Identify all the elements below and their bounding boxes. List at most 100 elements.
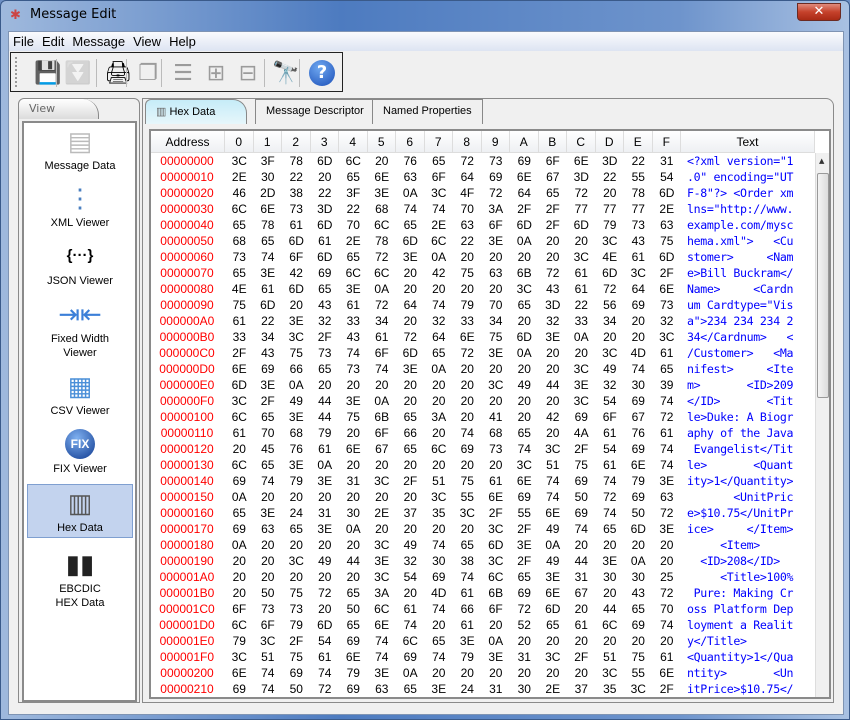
byte-cell[interactable]: 65	[425, 345, 454, 361]
byte-cell[interactable]: 69	[339, 633, 368, 649]
byte-cell[interactable]: 6E	[339, 441, 368, 457]
sidebar-item-hex-data[interactable]: ▥ Hex Data	[27, 484, 133, 538]
byte-cell[interactable]: 2F	[539, 217, 568, 233]
byte-cell[interactable]: 2F	[311, 329, 340, 345]
byte-cell[interactable]: 30	[624, 377, 653, 393]
byte-cell[interactable]: 6E	[510, 473, 539, 489]
byte-cell[interactable]: 6F	[425, 169, 454, 185]
text-cell[interactable]: <ID>208</ID>	[687, 553, 793, 569]
byte-cell[interactable]: 20	[624, 633, 653, 649]
byte-cell[interactable]: 6C	[596, 617, 625, 633]
byte-cell[interactable]: 20	[311, 537, 340, 553]
byte-cell[interactable]: 3E	[282, 409, 311, 425]
byte-cell[interactable]: 61	[653, 649, 682, 665]
byte-cell[interactable]: 72	[368, 249, 397, 265]
byte-cell[interactable]: 38	[453, 553, 482, 569]
byte-cell[interactable]: 77	[624, 201, 653, 217]
column-header-address[interactable]: Address	[151, 131, 225, 153]
byte-cell[interactable]: 43	[311, 297, 340, 313]
byte-cell[interactable]: 33	[567, 313, 596, 329]
byte-cell[interactable]: 20	[653, 553, 682, 569]
byte-cell[interactable]: 0A	[539, 537, 568, 553]
byte-cell[interactable]: 20	[425, 393, 454, 409]
byte-cell[interactable]: 6F	[368, 345, 397, 361]
byte-cell[interactable]: 69	[624, 393, 653, 409]
text-cell[interactable]: /Customer> <Ma	[687, 345, 793, 361]
byte-cell[interactable]: 45	[254, 441, 283, 457]
byte-cell[interactable]: 49	[539, 553, 568, 569]
byte-cell[interactable]: 20	[510, 393, 539, 409]
byte-cell[interactable]: 69	[225, 473, 254, 489]
text-cell[interactable]: Evangelist</Tit	[687, 441, 794, 457]
byte-cell[interactable]: 20	[368, 457, 397, 473]
byte-cell[interactable]: 20	[425, 521, 454, 537]
text-cell[interactable]: ice> </Item>	[687, 521, 793, 537]
address-cell[interactable]: 00000090	[151, 297, 223, 313]
byte-cell[interactable]: 20	[254, 553, 283, 569]
byte-cell[interactable]: 78	[282, 153, 311, 169]
byte-cell[interactable]: 39	[653, 377, 682, 393]
byte-cell[interactable]: 61	[596, 457, 625, 473]
sidebar-item-fix-viewer[interactable]: FIX FIX Viewer	[27, 426, 133, 478]
byte-cell[interactable]: 6E	[225, 665, 254, 681]
byte-cell[interactable]: 61	[311, 441, 340, 457]
byte-cell[interactable]: 2D	[254, 185, 283, 201]
byte-cell[interactable]: 69	[254, 361, 283, 377]
byte-cell[interactable]: 65	[596, 521, 625, 537]
byte-cell[interactable]: 20	[225, 585, 254, 601]
byte-cell[interactable]: 6E	[339, 649, 368, 665]
byte-cell[interactable]: 38	[282, 185, 311, 201]
byte-cell[interactable]: 3E	[425, 681, 454, 697]
byte-cell[interactable]: 79	[453, 297, 482, 313]
byte-cell[interactable]: 32	[425, 313, 454, 329]
byte-cell[interactable]: 3E	[254, 377, 283, 393]
text-cell[interactable]: Pure: Making Cr	[687, 585, 794, 601]
byte-cell[interactable]: 73	[624, 217, 653, 233]
text-cell[interactable]: e>Bill Buckram</	[687, 265, 793, 281]
byte-cell[interactable]: 6E	[368, 169, 397, 185]
byte-cell[interactable]: 0A	[425, 361, 454, 377]
column-header-6[interactable]: 6	[396, 131, 425, 153]
byte-cell[interactable]: 20	[254, 489, 283, 505]
byte-cell[interactable]: 50	[339, 601, 368, 617]
column-header-text[interactable]: Text	[681, 131, 815, 153]
byte-cell[interactable]: 74	[653, 441, 682, 457]
byte-cell[interactable]: 69	[624, 489, 653, 505]
byte-cell[interactable]: 6F	[482, 217, 511, 233]
byte-cell[interactable]: 41	[482, 409, 511, 425]
address-cell[interactable]: 000000D0	[151, 361, 223, 377]
byte-cell[interactable]: 79	[453, 649, 482, 665]
byte-cell[interactable]: 22	[282, 169, 311, 185]
byte-cell[interactable]: 74	[425, 537, 454, 553]
byte-cell[interactable]: 69	[567, 505, 596, 521]
byte-cell[interactable]: 22	[596, 169, 625, 185]
byte-cell[interactable]: 79	[282, 473, 311, 489]
address-cell[interactable]: 00000000	[151, 153, 223, 169]
byte-cell[interactable]: 72	[653, 585, 682, 601]
binoculars-button[interactable]: 🔭	[271, 58, 301, 88]
byte-cell[interactable]: 0A	[396, 665, 425, 681]
address-cell[interactable]: 00000140	[151, 473, 223, 489]
text-cell[interactable]: m> <ID>209	[687, 377, 793, 393]
byte-cell[interactable]: 61	[225, 313, 254, 329]
byte-cell[interactable]: 2F	[510, 521, 539, 537]
byte-cell[interactable]: 3C	[510, 457, 539, 473]
byte-cell[interactable]: 6D	[396, 233, 425, 249]
address-cell[interactable]: 00000080	[151, 281, 223, 297]
byte-cell[interactable]: 20	[425, 665, 454, 681]
byte-cell[interactable]: 49	[539, 521, 568, 537]
byte-cell[interactable]: 65	[339, 169, 368, 185]
byte-cell[interactable]: 72	[596, 489, 625, 505]
byte-cell[interactable]: 2F	[225, 345, 254, 361]
byte-cell[interactable]: 75	[282, 649, 311, 665]
byte-cell[interactable]: 31	[653, 153, 682, 169]
byte-cell[interactable]: 20	[510, 313, 539, 329]
byte-cell[interactable]: 72	[567, 185, 596, 201]
byte-cell[interactable]: 72	[653, 505, 682, 521]
byte-cell[interactable]: 6B	[510, 265, 539, 281]
byte-cell[interactable]: 54	[596, 441, 625, 457]
column-header-1[interactable]: 1	[254, 131, 282, 153]
byte-cell[interactable]: 77	[567, 201, 596, 217]
byte-cell[interactable]: 3C	[539, 441, 568, 457]
byte-cell[interactable]: 20	[453, 249, 482, 265]
